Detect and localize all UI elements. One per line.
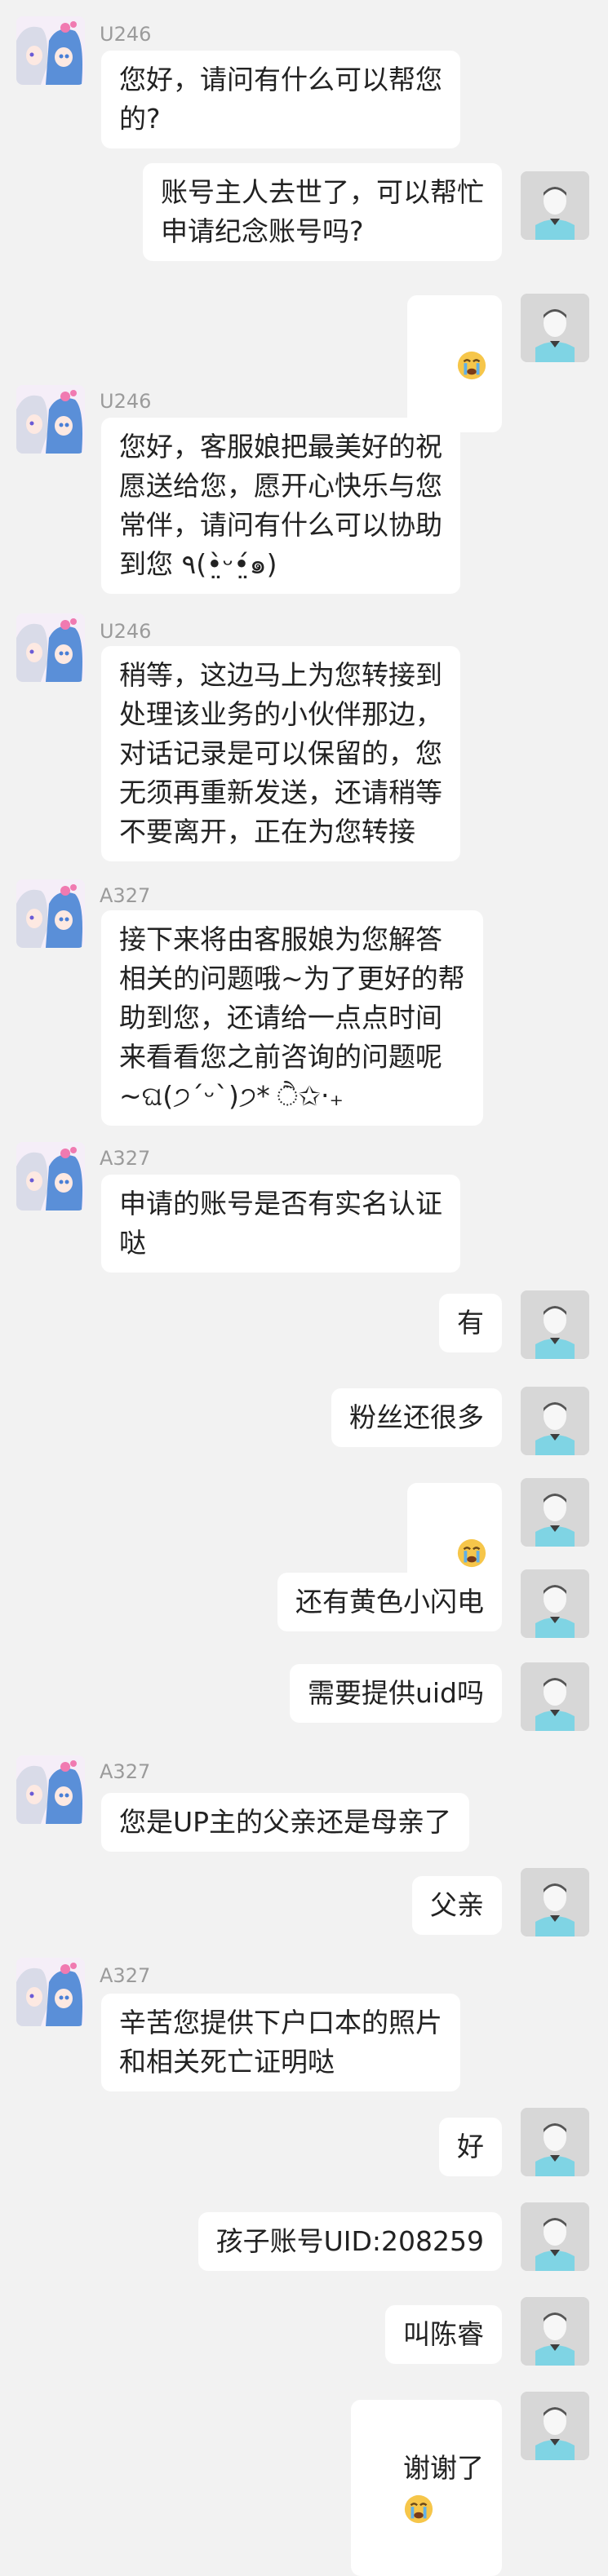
sender-name: U246 [100,620,152,643]
default-person-icon [521,1569,589,1638]
agent-avatar[interactable] [16,879,85,948]
user-avatar[interactable] [521,1387,589,1455]
user-avatar[interactable] [521,2297,589,2366]
agent-avatar[interactable] [16,16,85,85]
message-bubble: 您好，请问有什么可以帮您 的? [101,51,460,148]
sender-name: A327 [100,884,151,907]
message-bubble: 稍等，这边马上为您转接到 处理该业务的小伙伴那边， 对话记录是可以保留的，您 无… [101,646,460,861]
message-bubble: 父亲 [412,1876,502,1935]
message-bubble: 需要提供uid吗 [289,1664,502,1723]
anime-character-avatar-icon [16,1958,85,2026]
user-avatar[interactable] [521,1569,589,1638]
message-bubble: 账号主人去世了，可以帮忙 申请纪念账号吗? [143,163,502,261]
message-bubble [407,295,502,432]
message-bubble: 好 [439,2118,502,2176]
anime-character-avatar-icon [16,16,85,85]
user-avatar[interactable] [521,1868,589,1936]
sender-name: A327 [100,1964,151,1987]
message-bubble: 接下来将由客服娘为您解答 相关的问题哦~为了更好的帮 助到您，还请给一点点时间 … [101,910,483,1126]
message-bubble: 叫陈睿 [385,2305,502,2364]
user-avatar[interactable] [521,1662,589,1731]
default-person-icon [521,2392,589,2460]
anime-character-avatar-icon [16,879,85,948]
agent-avatar[interactable] [16,1755,85,1824]
anime-character-avatar-icon [16,385,85,454]
anime-character-avatar-icon [16,1142,85,1211]
message-bubble: 还有黄色小闪电 [277,1573,502,1631]
default-person-icon [521,2202,589,2271]
sender-name: A327 [100,1147,151,1170]
default-person-icon [521,1387,589,1455]
agent-avatar[interactable] [16,1142,85,1211]
agent-avatar[interactable] [16,385,85,454]
user-avatar[interactable] [521,294,589,362]
agent-avatar[interactable] [16,613,85,682]
agent-avatar[interactable] [16,1958,85,2026]
message-bubble: 谢谢了 [351,2400,502,2576]
anime-character-avatar-icon [16,1755,85,1824]
user-avatar[interactable] [521,2392,589,2460]
crying-face-icon [457,1538,486,1567]
sender-name: U246 [100,390,152,413]
sender-name: U246 [100,23,152,46]
default-person-icon [521,294,589,362]
user-avatar[interactable] [521,171,589,240]
user-avatar[interactable] [521,1290,589,1359]
default-person-icon [521,2297,589,2366]
message-bubble: 有 [439,1294,502,1352]
message-bubble: 申请的账号是否有实名认证 哒 [101,1175,460,1273]
user-avatar[interactable] [521,1478,589,1547]
crying-face-icon [404,2494,433,2523]
default-person-icon [521,1868,589,1936]
default-person-icon [521,1478,589,1547]
user-avatar[interactable] [521,2108,589,2176]
default-person-icon [521,171,589,240]
default-person-icon [521,2108,589,2176]
crying-face-icon [457,351,486,379]
message-text: 谢谢了 [403,2452,484,2484]
chat-log: U246 您好，请问有什么可以帮您 的? 账号主人去世了，可以帮忙 申请纪念账号… [0,0,608,2576]
message-bubble: 您是UP主的父亲还是母亲了 [101,1793,470,1852]
message-bubble: 孩子账号UID:208259 [197,2212,502,2271]
user-avatar[interactable] [521,2202,589,2271]
default-person-icon [521,1662,589,1731]
message-bubble: 辛苦您提供下户口本的照片 和相关死亡证明哒 [101,1994,460,2091]
anime-character-avatar-icon [16,613,85,682]
message-bubble: 您好，客服娘把最美好的祝 愿送给您，愿开心快乐与您 常伴，请问有什么可以协助 到… [101,418,460,594]
default-person-icon [521,1290,589,1359]
message-bubble: 粉丝还很多 [331,1388,502,1447]
sender-name: A327 [100,1760,151,1783]
